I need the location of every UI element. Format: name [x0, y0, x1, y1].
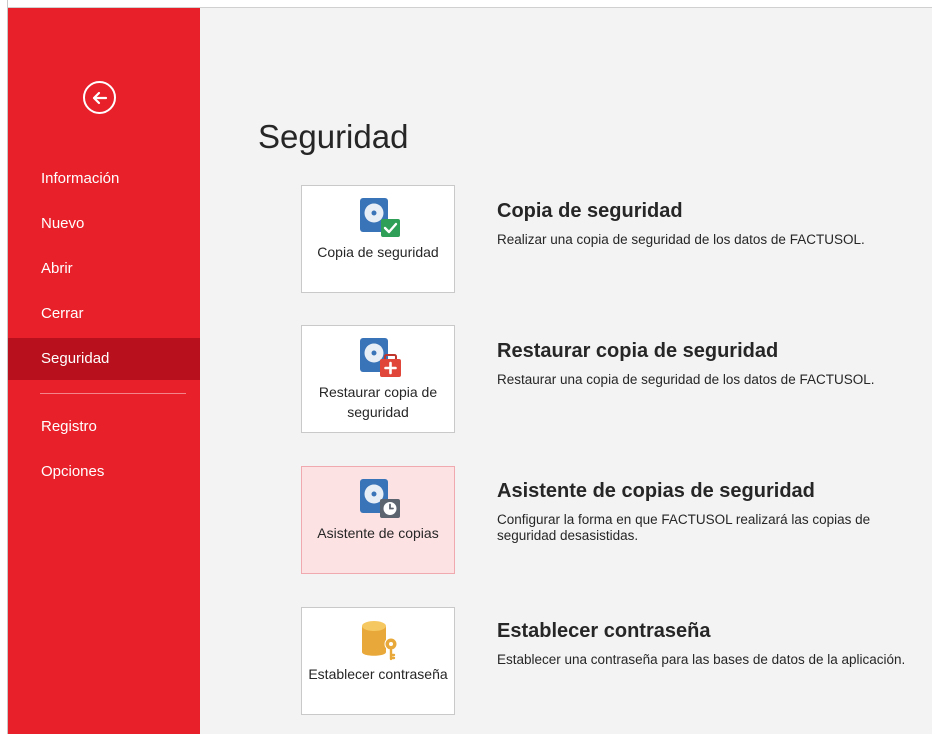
backup-title: Copia de seguridad	[497, 200, 683, 222]
backup-description: Realizar una copia de seguridad de los d…	[497, 232, 865, 247]
restore-description: Restaurar una copia de seguridad de los …	[497, 372, 875, 387]
backup-wizard-button-label: Asistente de copias	[317, 525, 439, 541]
restore-backup-button[interactable]: Restaurar copia de seguridad	[301, 325, 455, 433]
window-left-border	[0, 0, 8, 734]
sidebar-item-nuevo[interactable]: Nuevo	[8, 203, 200, 245]
backup-wizard-clock-icon	[360, 479, 400, 518]
sidebar-item-informacion[interactable]: Información	[8, 158, 200, 200]
sidebar-divider	[40, 393, 186, 394]
database-key-icon	[362, 621, 398, 661]
arrow-left-icon	[92, 91, 107, 104]
back-button[interactable]	[83, 81, 116, 114]
sidebar-item-opciones[interactable]: Opciones	[8, 451, 200, 493]
wizard-title: Asistente de copias de seguridad	[497, 480, 815, 502]
backstage-sidebar: Información Nuevo Abrir Cerrar Seguridad…	[8, 8, 200, 734]
backup-button[interactable]: Copia de seguridad	[301, 185, 455, 293]
window-top-border	[0, 0, 932, 8]
restore-backup-button-label: Restaurar copia de seguridad	[318, 384, 438, 420]
restore-disk-medkit-icon	[360, 338, 401, 377]
password-description-block: Establecer contraseña Establecer una con…	[497, 620, 927, 668]
main-content: Seguridad Copia de seguridad Copia de se…	[200, 8, 932, 734]
restore-title: Restaurar copia de seguridad	[497, 340, 779, 362]
backup-wizard-button[interactable]: Asistente de copias	[301, 466, 455, 574]
sidebar-item-registro[interactable]: Registro	[8, 406, 200, 448]
backup-description-block: Copia de seguridad Realizar una copia de…	[497, 200, 927, 248]
page-title: Seguridad	[258, 118, 409, 155]
wizard-description: Configurar la forma en que FACTUSOL real…	[497, 512, 871, 543]
set-password-button-label: Establecer contraseña	[308, 666, 448, 682]
backup-disk-check-icon	[360, 198, 400, 237]
backup-button-label: Copia de seguridad	[317, 244, 439, 260]
sidebar-item-abrir[interactable]: Abrir	[8, 248, 200, 290]
restore-description-block: Restaurar copia de seguridad Restaurar u…	[497, 340, 927, 388]
wizard-description-block: Asistente de copias de seguridad Configu…	[497, 480, 927, 544]
password-title: Establecer contraseña	[497, 620, 711, 642]
set-password-button[interactable]: Establecer contraseña	[301, 607, 455, 715]
sidebar-item-seguridad[interactable]: Seguridad	[8, 338, 200, 380]
sidebar-item-cerrar[interactable]: Cerrar	[8, 293, 200, 335]
password-description: Establecer una contraseña para las bases…	[497, 652, 906, 667]
